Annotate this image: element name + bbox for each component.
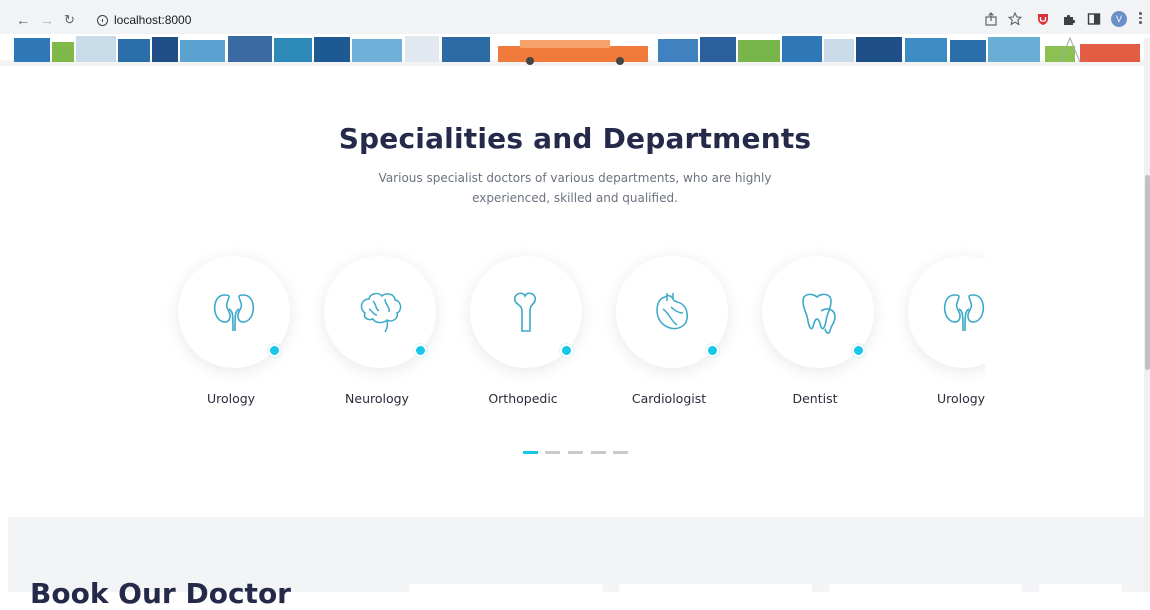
status-dot [414, 344, 427, 357]
profile-avatar[interactable]: V [1111, 11, 1127, 27]
department-icon-circle[interactable] [908, 256, 985, 368]
kidney-icon [943, 294, 985, 332]
doctor-card[interactable] [409, 584, 603, 596]
department-label[interactable]: Cardiologist [596, 391, 742, 406]
browser-menu-icon[interactable] [1139, 12, 1142, 26]
site-info-icon[interactable] [97, 15, 108, 26]
page-scrollbar-thumb[interactable] [1145, 175, 1150, 370]
section-title: Specialities and Departments [338, 122, 812, 155]
heart-icon [656, 293, 688, 330]
reload-icon[interactable]: ↻ [64, 13, 75, 27]
pagination-dot[interactable] [613, 451, 628, 454]
doctor-card[interactable] [829, 584, 1022, 596]
doctor-card[interactable] [619, 584, 812, 596]
back-icon[interactable]: ← [16, 13, 30, 27]
share-icon[interactable] [984, 12, 998, 26]
pagination-dot-active[interactable] [523, 451, 538, 454]
status-dot [268, 344, 281, 357]
city-banner-illustration [0, 34, 1150, 66]
tooth-icon [802, 293, 836, 334]
section-subtitle: Various specialist doctors of various de… [378, 171, 772, 205]
department-card[interactable]: Dentist [742, 240, 888, 430]
status-dot [852, 344, 865, 357]
book-doctor-title: Book Our Doctor [30, 577, 291, 610]
doctor-card[interactable] [1039, 584, 1122, 596]
url-text[interactable]: localhost:8000 [114, 13, 191, 27]
department-card[interactable]: Urology [888, 240, 985, 430]
status-dot [706, 344, 719, 357]
forward-icon[interactable]: → [40, 13, 54, 27]
brain-icon [360, 292, 402, 333]
pagination-dot[interactable] [568, 451, 583, 454]
department-label[interactable]: Urology [158, 391, 304, 406]
address-bar[interactable] [85, 4, 975, 32]
kidney-icon [213, 294, 255, 332]
department-label[interactable]: Orthopedic [450, 391, 596, 406]
department-card[interactable]: Orthopedic [450, 240, 596, 430]
side-panel-icon[interactable] [1087, 12, 1101, 26]
department-label[interactable]: Urology [888, 391, 985, 406]
departments-carousel[interactable]: Urology Neurology Orthopedic Cardiologis… [158, 240, 985, 430]
department-label[interactable]: Dentist [742, 391, 888, 406]
extensions-puzzle-icon[interactable] [1062, 12, 1076, 26]
department-card[interactable]: Cardiologist [596, 240, 742, 430]
department-label[interactable]: Neurology [304, 391, 450, 406]
bookmark-star-icon[interactable] [1008, 12, 1022, 26]
pagination-dot[interactable] [591, 451, 606, 454]
department-card[interactable]: Neurology [304, 240, 450, 430]
bone-icon [513, 292, 537, 332]
pagination-dot[interactable] [545, 451, 560, 454]
status-dot [560, 344, 573, 357]
department-card[interactable]: Urology [158, 240, 304, 430]
extension-shield-icon[interactable] [1036, 12, 1050, 26]
